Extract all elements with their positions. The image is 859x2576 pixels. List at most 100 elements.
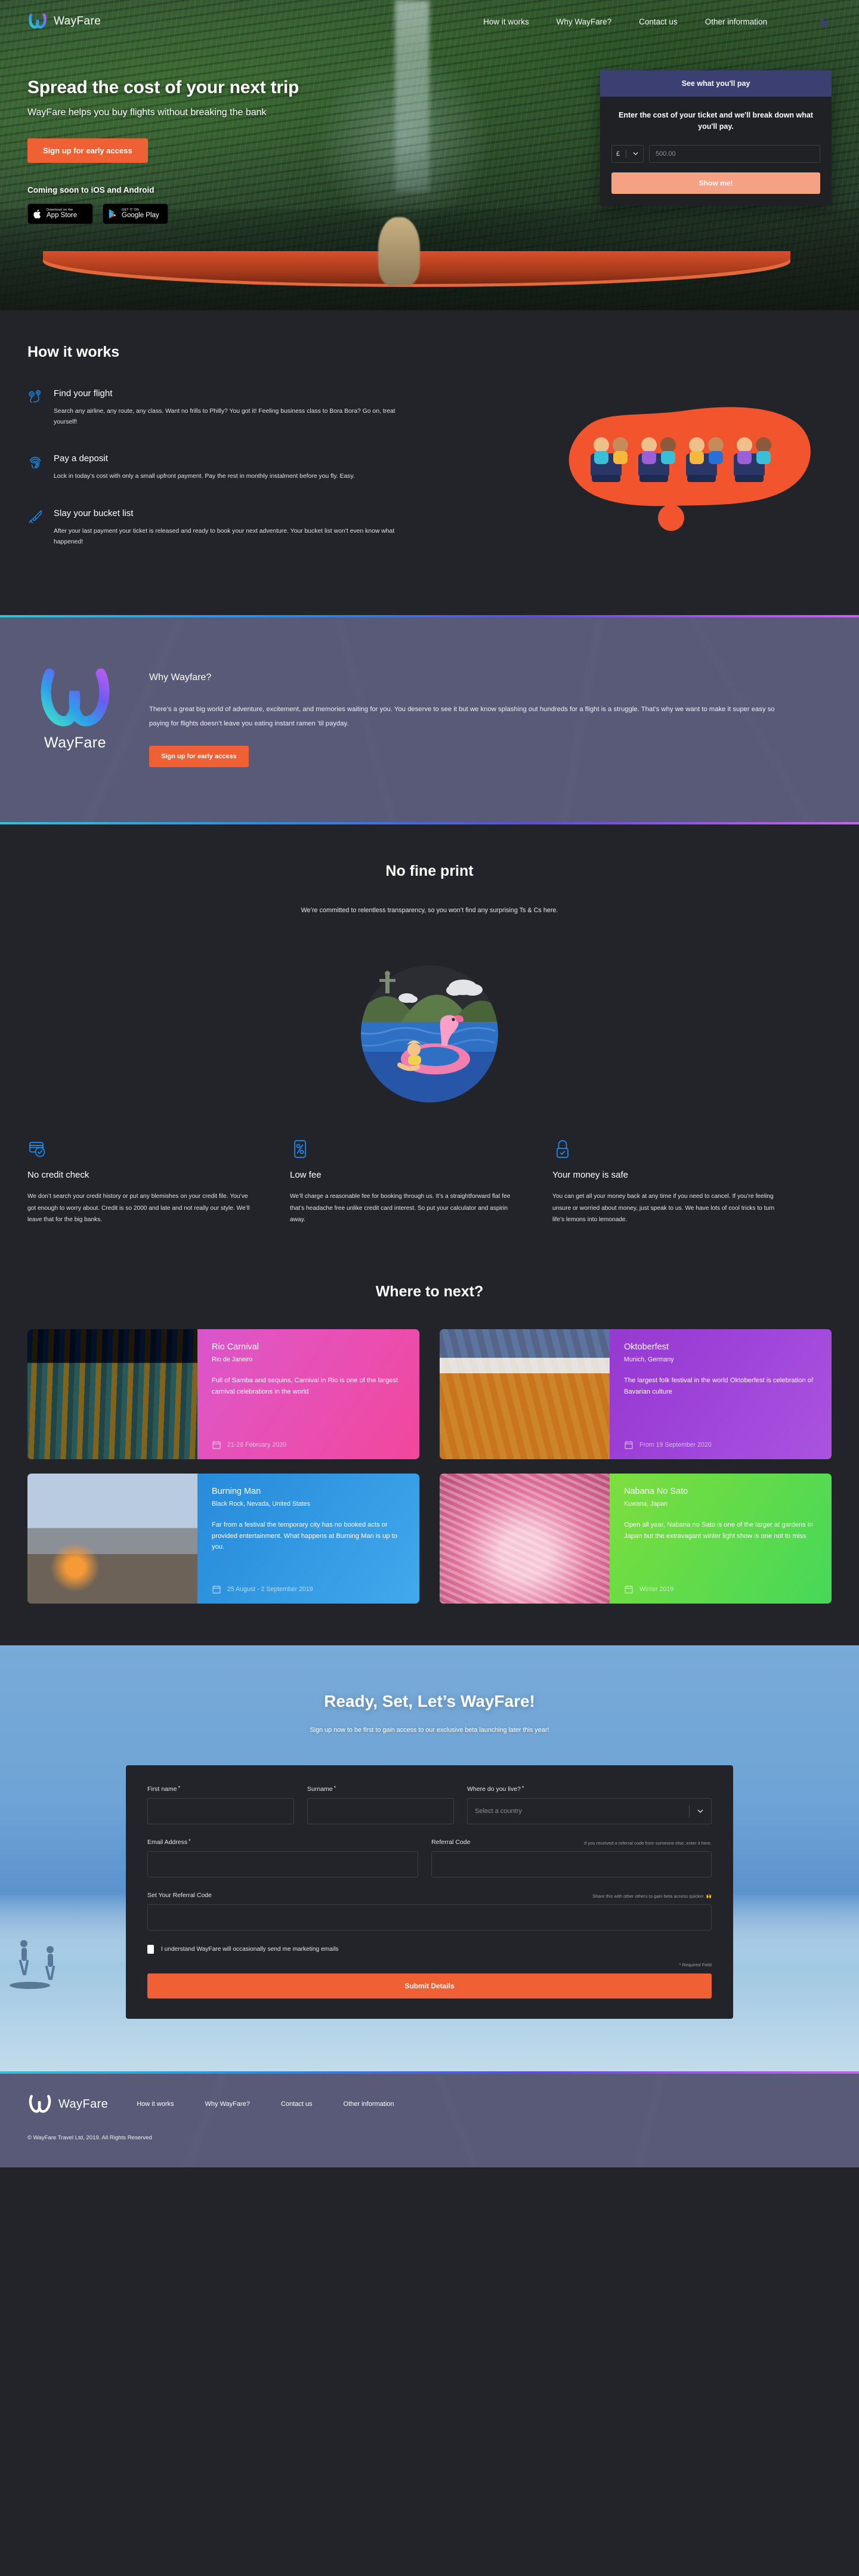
feature-title: Your money is safe <box>552 1169 629 1180</box>
map-pin-route-icon <box>27 388 43 428</box>
feature-money-is-safe: Your money is safe You can get all your … <box>552 1139 779 1227</box>
calendar-icon <box>625 1586 633 1594</box>
required-marker: * <box>178 1785 181 1792</box>
app-store-badges: Download on the App Store GET IT ON Goog… <box>27 203 445 224</box>
why-logo-name: WayFare <box>44 734 106 752</box>
first-name-label: First name * <box>147 1785 181 1793</box>
sword-icon <box>27 508 43 548</box>
calculator-body: Enter the cost of your ticket and we'll … <box>600 97 832 206</box>
footer-link-why-wayfare[interactable]: Why WayFare? <box>205 2101 250 2108</box>
credit-card-check-icon <box>27 1139 254 1159</box>
destination-name: Nabana No Sato <box>624 1487 688 1497</box>
referral-code-label: Referral Code <box>431 1839 471 1846</box>
currency-select[interactable]: £ <box>611 144 644 163</box>
destination-date-text: 25 August - 2 September 2019 <box>227 1586 313 1593</box>
surname-label: Surname * <box>307 1785 336 1793</box>
destination-date: From 19 September 2020 <box>624 1440 817 1450</box>
marketing-consent-label: I understand WayFare will occasionally s… <box>161 1946 339 1953</box>
country-label: Where do you live? * <box>467 1785 524 1793</box>
hero-signup-button[interactable]: Sign up for early access <box>27 138 148 163</box>
hero-section: WayFare How it works Why WayFare? Contac… <box>0 0 859 310</box>
destination-description: Far from a festival the temporary city h… <box>212 1521 397 1550</box>
nav-links: How it works Why WayFare? Contact us Oth… <box>483 15 832 28</box>
no-fine-print-section: No fine print We’re committed to relentl… <box>0 824 859 1117</box>
why-wayfare-section: WayFare Why Wayfare? There’s a great big… <box>0 617 859 822</box>
destination-name: Oktoberfest <box>624 1342 669 1352</box>
currency-symbol: £ <box>616 150 620 157</box>
required-marker: * <box>521 1785 524 1792</box>
ticket-amount-input[interactable] <box>649 144 820 163</box>
how-it-works-section: How it works Find your flight Search any… <box>0 310 859 616</box>
calendar-icon <box>212 1441 221 1450</box>
how-it-works-title: How it works <box>27 344 120 360</box>
google-play-big-label: Google Play <box>122 212 159 220</box>
destination-date-text: From 19 September 2020 <box>639 1441 712 1449</box>
no-fine-print-title: No fine print <box>385 862 474 879</box>
signup-heading: Ready, Set, Let’s WayFare! <box>324 1692 535 1711</box>
first-name-input[interactable] <box>147 1798 294 1825</box>
footer-brand[interactable]: WayFare <box>27 2094 108 2114</box>
nav-link-other-information[interactable]: Other information <box>705 17 767 26</box>
chevron-down-icon <box>633 152 638 156</box>
submit-details-button[interactable]: Submit Details <box>147 1973 712 1999</box>
why-signup-button[interactable]: Sign up for early access <box>149 745 249 767</box>
site-footer: WayFare How it works Why WayFare? Contac… <box>0 2074 859 2168</box>
show-me-button[interactable]: Show me! <box>611 172 820 194</box>
footer-links: How it works Why WayFare? Contact us Oth… <box>137 2101 394 2108</box>
feature-description: We don’t search your credit history or p… <box>27 1193 250 1224</box>
step-description: Search any airline, any route, any class… <box>54 408 395 426</box>
hero-subhead: WayFare helps you buy flights without br… <box>27 107 267 118</box>
signup-section: Ready, Set, Let’s WayFare! Sign up now t… <box>0 1645 859 2072</box>
destination-date: 21-26 February 2020 <box>212 1440 405 1450</box>
destination-card[interactable]: Rio Carnival Rio de Janeiro Full of Samb… <box>27 1329 419 1460</box>
google-play-badge[interactable]: GET IT ON Google Play <box>103 203 168 224</box>
feature-no-credit-check: No credit check We don’t search your cre… <box>27 1139 254 1227</box>
nav-link-contact-us[interactable]: Contact us <box>639 17 678 26</box>
email-label: Email Address * <box>147 1838 191 1846</box>
destination-date-text: 21-26 February 2020 <box>227 1441 286 1449</box>
feature-columns: No credit check We don’t search your cre… <box>0 1117 859 1278</box>
set-referral-label: Set Your Referral Code <box>147 1892 212 1899</box>
wayfare-logo-icon <box>29 2095 51 2113</box>
destination-description: The largest folk festival in the world O… <box>624 1377 814 1395</box>
select-divider <box>689 1805 690 1818</box>
nav-link-why-wayfare[interactable]: Why WayFare? <box>557 17 612 26</box>
set-referral-code-input[interactable] <box>147 1904 712 1931</box>
feature-description: You can get all your money back at any t… <box>552 1193 775 1224</box>
surname-input[interactable] <box>307 1798 454 1825</box>
form-row-email-referral: Email Address * Referral Code If you rec… <box>147 1838 712 1878</box>
destination-card[interactable]: Burning Man Black Rock, Nevada, United S… <box>27 1474 419 1604</box>
referral-code-label-row: Referral Code If you received a referral… <box>431 1839 712 1846</box>
calculator-lead-text: Enter the cost of your ticket and we'll … <box>619 111 813 131</box>
step-slay-your-bucket-list: Slay your bucket list After your last pa… <box>27 508 445 548</box>
fingerprint-icon <box>27 453 43 482</box>
signup-subheading: Sign up now to be first to gain access t… <box>310 1726 549 1734</box>
wayfare-logo-icon <box>29 13 47 29</box>
footer-link-other-information[interactable]: Other information <box>344 2101 394 2108</box>
country-select[interactable]: Select a country <box>467 1798 712 1825</box>
brand-logo[interactable]: WayFare <box>27 11 101 32</box>
destination-name: Rio Carnival <box>212 1342 259 1352</box>
top-navigation: WayFare How it works Why WayFare? Contac… <box>0 0 859 43</box>
destination-location: Kuwana, Japan <box>624 1500 668 1508</box>
calendar-icon <box>212 1586 221 1594</box>
referral-code-input[interactable] <box>431 1851 712 1878</box>
destination-card[interactable]: Nabana No Sato Kuwana, Japan Open all ye… <box>440 1474 832 1604</box>
destination-card[interactable]: Oktoberfest Munich, Germany The largest … <box>440 1329 832 1460</box>
email-input[interactable] <box>147 1851 419 1878</box>
moon-icon[interactable] <box>818 15 832 28</box>
step-find-your-flight: Find your flight Search any airline, any… <box>27 388 445 428</box>
destination-date-text: Winter 2019 <box>639 1586 674 1593</box>
why-logo-block: WayFare <box>27 663 123 752</box>
early-access-form: First name * Surname * Where do you live… <box>126 1765 733 2019</box>
country-placeholder: Select a country <box>475 1808 522 1815</box>
footer-link-how-it-works[interactable]: How it works <box>137 2101 174 2108</box>
brand-name: WayFare <box>54 15 101 27</box>
marketing-consent-checkbox[interactable] <box>147 1945 154 1954</box>
footer-link-contact-us[interactable]: Contact us <box>281 2101 313 2108</box>
destination-description: Open all year, Nabana no Sato is one of … <box>624 1521 813 1540</box>
why-paragraph: There’s a great big world of adventure, … <box>149 706 775 728</box>
app-store-badge[interactable]: Download on the App Store <box>27 203 93 224</box>
nav-link-how-it-works[interactable]: How it works <box>483 17 529 26</box>
where-to-next-title: Where to next? <box>375 1283 484 1301</box>
